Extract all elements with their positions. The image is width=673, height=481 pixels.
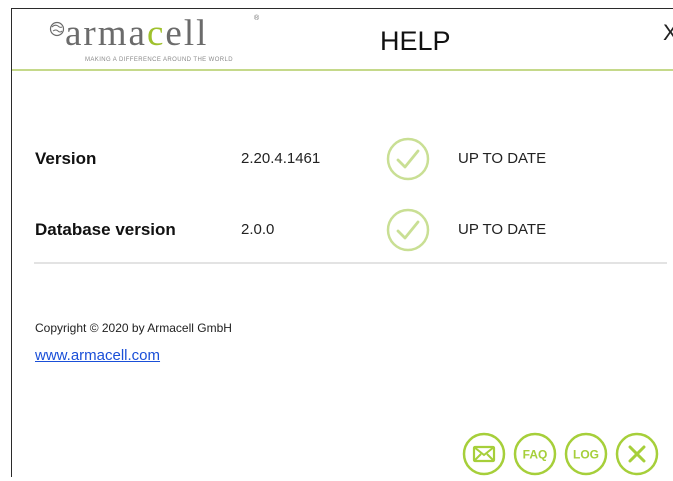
log-button[interactable]: LOG	[564, 432, 608, 476]
window-close-button[interactable]: X	[663, 20, 673, 46]
version-label: Version	[35, 149, 97, 168]
faq-label: FAQ	[523, 448, 548, 462]
envelope-icon	[472, 445, 496, 463]
version-status: UP TO DATE	[458, 150, 547, 167]
faq-circle-icon: FAQ	[513, 432, 557, 476]
armacell-logo: armacell ® MAKING A DIFFERENCE AROUND TH…	[49, 12, 264, 68]
logo-wordmark: armacell	[65, 13, 209, 54]
version-value: 2.20.4.1461	[241, 150, 321, 167]
check-circle-icon	[386, 137, 430, 181]
help-dialog: armacell ® MAKING A DIFFERENCE AROUND TH…	[11, 8, 673, 477]
close-icon	[628, 445, 646, 463]
log-circle-icon: LOG	[564, 432, 608, 476]
faq-button[interactable]: FAQ	[513, 432, 557, 476]
log-label: LOG	[573, 448, 599, 462]
check-circle-icon	[386, 208, 430, 252]
close-button[interactable]	[615, 432, 659, 476]
email-button[interactable]	[462, 432, 506, 476]
logo-tagline: MAKING A DIFFERENCE AROUND THE WORLD	[85, 57, 233, 63]
database-version-status: UP TO DATE	[458, 221, 547, 238]
section-divider	[34, 262, 667, 264]
header-divider	[12, 69, 673, 71]
website-link[interactable]: www.armacell.com	[35, 347, 160, 364]
page-title: HELP	[380, 26, 451, 56]
copyright-text: Copyright © 2020 by Armacell GmbH	[35, 321, 232, 335]
registered-mark: ®	[254, 15, 260, 22]
database-version-value: 2.0.0	[241, 221, 275, 238]
globe-icon	[49, 21, 65, 37]
database-version-label: Database version	[35, 220, 176, 239]
